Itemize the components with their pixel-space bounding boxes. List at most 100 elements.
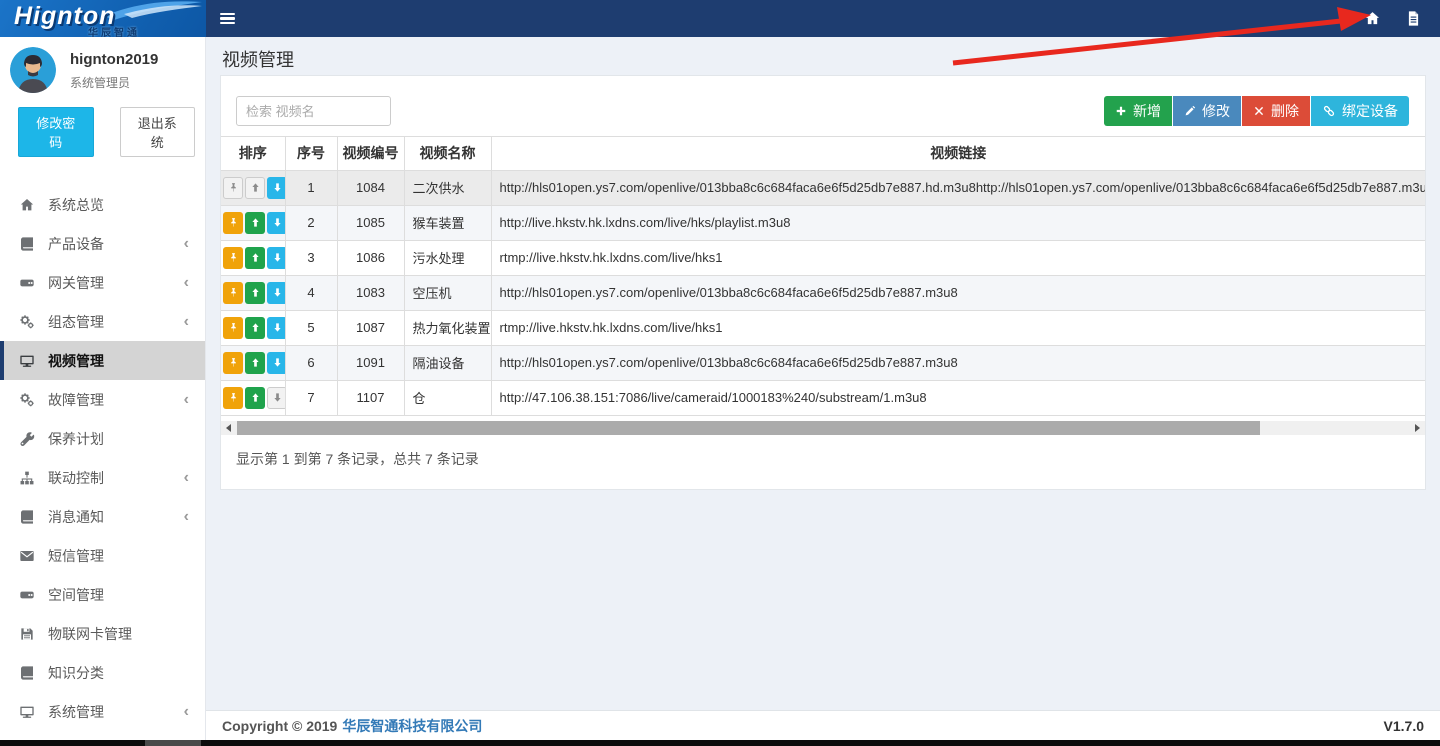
hamburger-icon xyxy=(220,11,235,27)
cell-name: 猴车装置 xyxy=(404,205,491,240)
cell-name: 隔油设备 xyxy=(404,345,491,380)
scroll-left-button[interactable] xyxy=(221,421,236,435)
col-header-link[interactable]: 视频链接 xyxy=(491,137,1425,170)
scroll-right-button[interactable] xyxy=(1410,421,1425,435)
sort-down-button[interactable] xyxy=(267,352,285,374)
sort-up-button[interactable] xyxy=(245,247,265,269)
desktop-icon xyxy=(19,704,35,720)
table-row[interactable]: 4 1083 空压机 http://hls01open.ys7.com/open… xyxy=(221,275,1425,310)
chevron-left-icon: ‹ xyxy=(184,470,189,486)
cell-seq: 1 xyxy=(285,170,337,205)
sort-pin-button[interactable] xyxy=(223,212,243,234)
table-row[interactable]: 1 1084 二次供水 http://hls01open.ys7.com/ope… xyxy=(221,170,1425,205)
sidebar-item-label: 系统总览 xyxy=(48,195,104,215)
down-icon xyxy=(272,217,283,228)
sidebar-item-空间管理[interactable]: 空间管理 xyxy=(0,575,205,614)
scrollbar-thumb[interactable] xyxy=(237,421,1260,435)
sidebar-item-组态管理[interactable]: 组态管理 ‹ xyxy=(0,302,205,341)
table-horizontal-scrollbar[interactable] xyxy=(221,421,1425,435)
sort-down-button[interactable] xyxy=(267,177,285,199)
sidebar-toggle-button[interactable] xyxy=(206,0,249,37)
col-header-code[interactable]: 视频编号 xyxy=(337,137,404,170)
sort-pin-button[interactable] xyxy=(223,317,243,339)
cell-code: 1085 xyxy=(337,205,404,240)
change-password-button[interactable]: 修改密码 xyxy=(18,107,94,157)
up-icon xyxy=(250,182,261,193)
down-icon xyxy=(272,182,283,193)
sort-up-button[interactable] xyxy=(245,317,265,339)
company-link[interactable]: 华辰智通科技有限公司 xyxy=(342,716,482,736)
up-icon xyxy=(250,217,261,228)
sort-down-button[interactable] xyxy=(267,247,285,269)
x-icon xyxy=(1253,105,1265,117)
user-role: 系统管理员 xyxy=(70,74,158,91)
cell-code: 1091 xyxy=(337,345,404,380)
sidebar-item-保养计划[interactable]: 保养计划 xyxy=(0,419,205,458)
table-row[interactable]: 3 1086 污水处理 rtmp://live.hkstv.hk.lxdns.c… xyxy=(221,240,1425,275)
sort-pin-button[interactable] xyxy=(223,247,243,269)
desktop-icon xyxy=(19,353,35,369)
sort-pin-button[interactable] xyxy=(223,177,243,199)
sort-down-button[interactable] xyxy=(267,387,285,409)
cell-seq: 2 xyxy=(285,205,337,240)
delete-button[interactable]: 删除 xyxy=(1242,96,1310,126)
home-icon[interactable] xyxy=(1364,10,1381,27)
sidebar-item-label: 故障管理 xyxy=(48,390,104,410)
document-icon[interactable] xyxy=(1405,10,1422,27)
pin-icon xyxy=(228,322,239,333)
sidebar-item-联动控制[interactable]: 联动控制 ‹ xyxy=(0,458,205,497)
pencil-icon xyxy=(1184,105,1196,117)
home-icon xyxy=(19,197,35,213)
sort-down-button[interactable] xyxy=(267,212,285,234)
cell-code: 1107 xyxy=(337,380,404,415)
sidebar-item-消息通知[interactable]: 消息通知 ‹ xyxy=(0,497,205,536)
sidebar-item-系统总览[interactable]: 系统总览 xyxy=(0,185,205,224)
window-bottom-scrollbar[interactable] xyxy=(0,740,1440,746)
record-summary: 显示第 1 到第 7 条记录，总共 7 条记录 xyxy=(221,435,1425,479)
sort-pin-button[interactable] xyxy=(223,282,243,304)
sort-up-button[interactable] xyxy=(245,212,265,234)
avatar[interactable] xyxy=(10,47,56,93)
col-header-name[interactable]: 视频名称 xyxy=(404,137,491,170)
envelope-icon xyxy=(19,548,35,564)
bind-device-button[interactable]: 绑定设备 xyxy=(1311,96,1409,126)
sort-down-button[interactable] xyxy=(267,317,285,339)
sidebar-item-label: 产品设备 xyxy=(48,234,104,254)
down-icon xyxy=(272,392,283,403)
table-row[interactable]: 6 1091 隔油设备 http://hls01open.ys7.com/ope… xyxy=(221,345,1425,380)
sort-up-button[interactable] xyxy=(245,282,265,304)
sidebar-item-系统管理[interactable]: 系统管理 ‹ xyxy=(0,692,205,731)
logout-button[interactable]: 退出系统 xyxy=(120,107,196,157)
cell-name: 空压机 xyxy=(404,275,491,310)
sort-down-button[interactable] xyxy=(267,282,285,304)
cell-seq: 6 xyxy=(285,345,337,380)
table-row[interactable]: 2 1085 猴车装置 http://live.hkstv.hk.lxdns.c… xyxy=(221,205,1425,240)
sort-up-button[interactable] xyxy=(245,352,265,374)
sort-up-button[interactable] xyxy=(245,387,265,409)
cell-link: http://live.hkstv.hk.lxdns.com/live/hks/… xyxy=(491,205,1425,240)
sort-pin-button[interactable] xyxy=(223,387,243,409)
sidebar-item-故障管理[interactable]: 故障管理 ‹ xyxy=(0,380,205,419)
sidebar-item-产品设备[interactable]: 产品设备 ‹ xyxy=(0,224,205,263)
search-input[interactable] xyxy=(236,96,391,126)
table-row[interactable]: 5 1087 热力氧化装置 rtmp://live.hkstv.hk.lxdns… xyxy=(221,310,1425,345)
sidebar-item-label: 消息通知 xyxy=(48,507,104,527)
sidebar-item-网关管理[interactable]: 网关管理 ‹ xyxy=(0,263,205,302)
sidebar-item-视频管理[interactable]: 视频管理 xyxy=(0,341,205,380)
edit-button[interactable]: 修改 xyxy=(1173,96,1241,126)
table-row[interactable]: 7 1107 仓 http://47.106.38.151:7086/live/… xyxy=(221,380,1425,415)
add-button[interactable]: 新增 xyxy=(1104,96,1172,126)
toolbar: 新增 修改 删除 绑定设备 xyxy=(221,96,1425,126)
col-header-seq[interactable]: 序号 xyxy=(285,137,337,170)
chevron-left-icon: ‹ xyxy=(184,509,189,525)
page-title: 视频管理 xyxy=(222,46,294,72)
up-icon xyxy=(250,252,261,263)
sort-pin-button[interactable] xyxy=(223,352,243,374)
user-panel: hignton2019 系统管理员 修改密码 退出系统 xyxy=(0,37,205,171)
sidebar-item-物联网卡管理[interactable]: 物联网卡管理 xyxy=(0,614,205,653)
col-header-sort[interactable]: 排序 xyxy=(221,137,285,170)
sidebar-item-知识分类[interactable]: 知识分类 xyxy=(0,653,205,692)
window-scrollbar-thumb[interactable] xyxy=(145,740,201,746)
sort-up-button[interactable] xyxy=(245,177,265,199)
sidebar-item-短信管理[interactable]: 短信管理 xyxy=(0,536,205,575)
